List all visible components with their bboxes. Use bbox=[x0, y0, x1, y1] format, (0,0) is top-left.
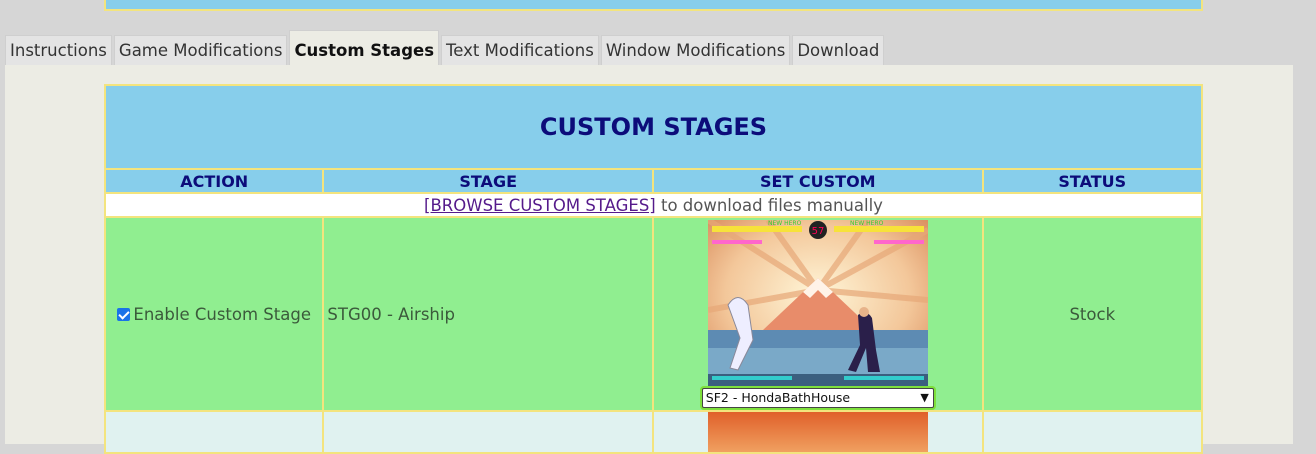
custom-stage-select[interactable]: SF2 - HondaBathHouse ▼ bbox=[701, 388, 934, 408]
set-custom-cell bbox=[653, 412, 982, 452]
table-title: CUSTOM STAGES bbox=[106, 86, 1201, 168]
custom-stages-table: CUSTOM STAGES ACTION STAGE SET CUSTOM ST… bbox=[104, 84, 1203, 454]
tab-game-modifications[interactable]: Game Modifications bbox=[113, 35, 288, 65]
table-row: Enable Custom Stage STG00 - Airship 57 N… bbox=[106, 218, 1201, 410]
header-status: STATUS bbox=[983, 170, 1201, 192]
enable-custom-stage-checkbox[interactable] bbox=[117, 307, 131, 321]
tab-bar: Instructions Game Modifications Custom S… bbox=[5, 30, 886, 66]
action-cell: Enable Custom Stage bbox=[106, 218, 323, 410]
previous-table-strip bbox=[104, 0, 1203, 11]
hud-timer: 57 bbox=[811, 226, 824, 237]
header-action: ACTION bbox=[106, 170, 323, 192]
custom-stage-select-focus: SF2 - HondaBathHouse ▼ bbox=[699, 386, 936, 410]
browse-row: [BROWSE CUSTOM STAGES] to download files… bbox=[106, 194, 1201, 216]
tab-custom-stages[interactable]: Custom Stages bbox=[289, 30, 440, 66]
browse-custom-stages-link[interactable]: [BROWSE CUSTOM STAGES] bbox=[424, 196, 656, 215]
hud-p2: NEW HERO bbox=[850, 220, 884, 227]
stage-cell bbox=[324, 412, 652, 452]
header-stage: STAGE bbox=[324, 170, 652, 192]
tab-window-modifications[interactable]: Window Modifications bbox=[600, 35, 791, 65]
stage-preview-image: 57 NEW HERO NEW HERO bbox=[707, 220, 928, 386]
table-row bbox=[106, 412, 1201, 452]
hud-p1: NEW HERO bbox=[768, 220, 802, 227]
header-set-custom: SET CUSTOM bbox=[653, 170, 982, 192]
stage-name: STG00 - Airship bbox=[324, 218, 652, 410]
custom-stage-select-value: SF2 - HondaBathHouse bbox=[705, 390, 851, 405]
action-cell bbox=[106, 412, 323, 452]
status-cell: Stock bbox=[983, 218, 1201, 410]
tab-instructions[interactable]: Instructions bbox=[5, 35, 112, 65]
set-custom-cell: 57 NEW HERO NEW HERO SF2 - HondaBathHous… bbox=[653, 218, 982, 410]
status-cell bbox=[983, 412, 1201, 452]
chevron-down-icon: ▼ bbox=[920, 391, 929, 404]
stage-preview-image bbox=[707, 412, 928, 452]
enable-custom-stage-label[interactable]: Enable Custom Stage bbox=[133, 305, 311, 324]
browse-hint: to download files manually bbox=[655, 195, 883, 215]
tab-text-modifications[interactable]: Text Modifications bbox=[441, 35, 599, 65]
tab-download[interactable]: Download bbox=[792, 35, 885, 65]
